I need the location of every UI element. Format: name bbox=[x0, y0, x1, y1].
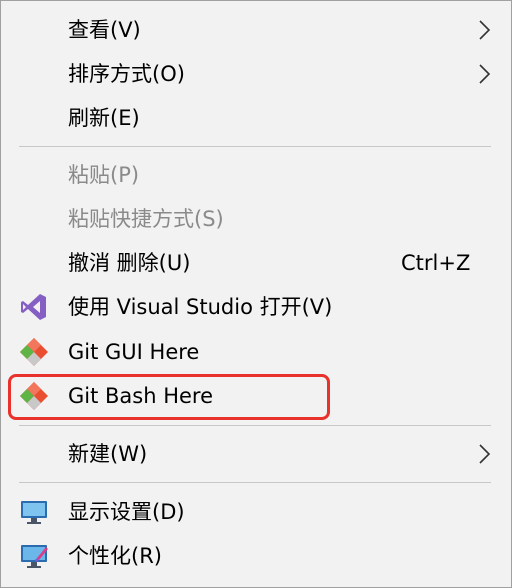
menu-item-label: 粘贴(P) bbox=[68, 163, 140, 187]
menu-item-label: 刷新(E) bbox=[68, 106, 140, 130]
personalize-icon bbox=[21, 545, 48, 568]
menu-item-display-settings[interactable]: 显示设置(D) bbox=[1, 490, 511, 534]
menu-item-label: 查看(V) bbox=[68, 18, 141, 42]
menu-item-label: 个性化(R) bbox=[68, 544, 162, 568]
menu-item-undo-delete[interactable]: 撤消 删除(U) Ctrl+Z bbox=[1, 241, 511, 285]
visual-studio-icon bbox=[21, 294, 46, 320]
context-menu: 查看(V) 排序方式(O) 刷新(E) 粘贴(P) 粘贴快捷方式(S) 撤消 删… bbox=[0, 0, 512, 588]
menu-item-paste: 粘贴(P) bbox=[1, 153, 511, 197]
menu-item-view[interactable]: 查看(V) bbox=[1, 8, 511, 52]
keyboard-shortcut: Ctrl+Z bbox=[401, 251, 471, 275]
chevron-right-icon bbox=[479, 20, 491, 40]
menu-separator bbox=[19, 425, 491, 426]
highlight-box bbox=[8, 374, 330, 420]
chevron-right-icon bbox=[479, 444, 491, 464]
menu-item-label: Git GUI Here bbox=[68, 340, 200, 364]
menu-item-paste-shortcut: 粘贴快捷方式(S) bbox=[1, 197, 511, 241]
menu-item-label: 使用 Visual Studio 打开(V) bbox=[68, 295, 333, 319]
menu-item-open-visual-studio[interactable]: 使用 Visual Studio 打开(V) bbox=[1, 285, 511, 329]
display-settings-icon bbox=[21, 501, 47, 524]
menu-item-sort-by[interactable]: 排序方式(O) bbox=[1, 52, 511, 96]
menu-separator bbox=[19, 482, 491, 483]
menu-item-label: 新建(W) bbox=[68, 442, 148, 466]
menu-item-refresh[interactable]: 刷新(E) bbox=[1, 96, 511, 140]
menu-item-label: 显示设置(D) bbox=[68, 500, 185, 524]
git-icon bbox=[20, 338, 48, 366]
menu-item-label: 排序方式(O) bbox=[68, 62, 185, 86]
menu-item-label: 撤消 删除(U) bbox=[68, 251, 191, 275]
menu-item-git-gui-here[interactable]: Git GUI Here bbox=[1, 330, 511, 374]
menu-item-new[interactable]: 新建(W) bbox=[1, 432, 511, 476]
menu-item-label: 粘贴快捷方式(S) bbox=[68, 207, 224, 231]
menu-separator bbox=[19, 146, 491, 147]
chevron-right-icon bbox=[479, 64, 491, 84]
menu-item-personalize[interactable]: 个性化(R) bbox=[1, 534, 511, 578]
